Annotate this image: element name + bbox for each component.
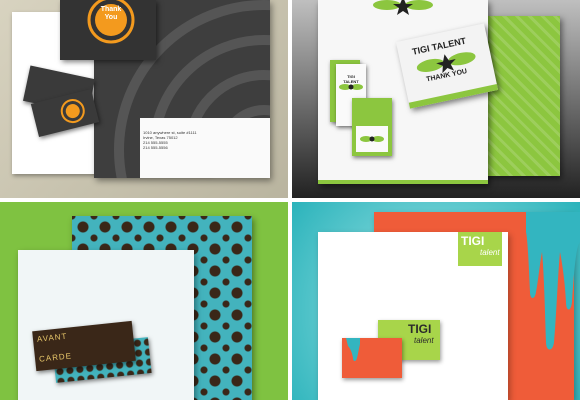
coral-business-card (342, 338, 402, 378)
winged-star-logo (373, 0, 433, 15)
lime-logo-tag: TIGI talent (458, 232, 502, 266)
small-card-wings-icon (339, 84, 363, 90)
stationery-panel-orange: 1010 anywhere st, suite #1111 Irvine, Te… (0, 0, 288, 198)
address-line-4: 214 555-5556 (143, 145, 168, 150)
card-orange-ring-icon (60, 99, 85, 124)
thank-line: Thank (100, 6, 122, 13)
compliment-wings-icon (360, 136, 384, 142)
logo-word-tigi: TIGI (461, 234, 485, 248)
stationery-panel-teal: AVANT CARDE (0, 202, 288, 400)
card-drip-icon (346, 338, 360, 361)
card-logo-tigi: TIGI (408, 322, 432, 336)
stationery-panel-green: TIGI TALENT THANK YOU TIGI TALENT (292, 0, 580, 198)
card-avant-text: AVANT (36, 331, 68, 344)
stationery-panel-coral: TIGI talent TIGI talent (292, 202, 580, 400)
thank-you-card: Thank You (60, 0, 156, 60)
logo-word-talent: talent (480, 248, 500, 257)
address-block: 1010 anywhere st, suite #1111 Irvine, Te… (143, 130, 223, 150)
card-logo-talent: talent (414, 336, 434, 345)
thank-you-text: Thank You (98, 6, 124, 22)
you-line: You (104, 14, 118, 21)
compliment-card (352, 98, 392, 156)
card-carde-text: CARDE (38, 351, 73, 364)
teal-paint-drips (526, 212, 580, 350)
